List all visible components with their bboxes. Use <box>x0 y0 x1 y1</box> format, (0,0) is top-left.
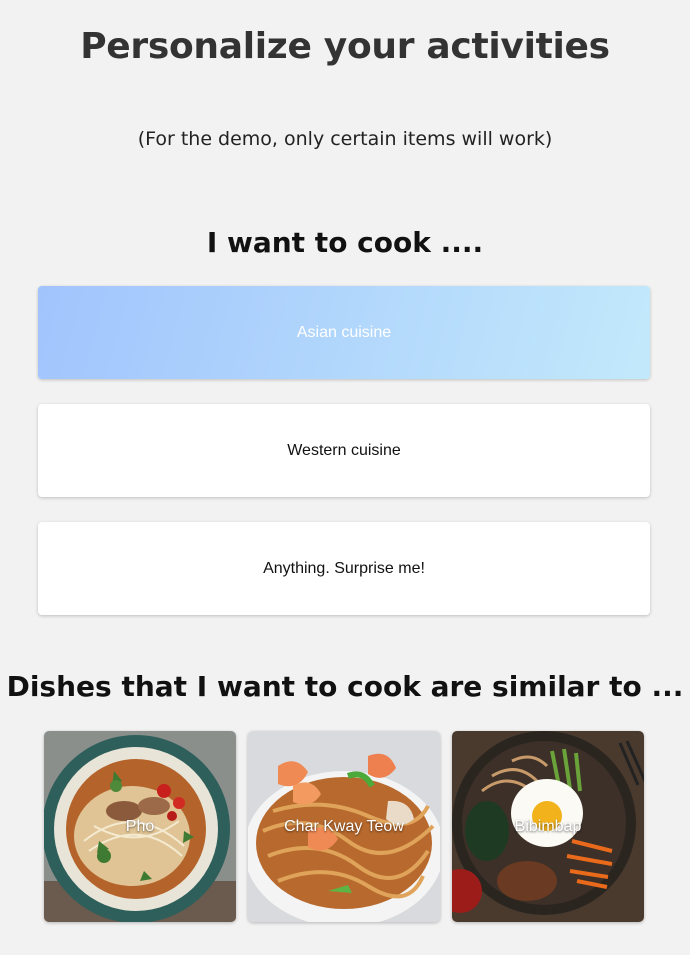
option-surprise-me[interactable]: Anything. Surprise me! <box>38 522 650 615</box>
dish-label: Bibimbap <box>514 817 582 835</box>
option-asian-cuisine[interactable]: Asian cuisine <box>38 286 650 379</box>
dish-label: Char Kway Teow <box>284 817 404 835</box>
option-label: Asian cuisine <box>296 323 392 341</box>
option-label: Anything. Surprise me! <box>263 559 425 577</box>
dish-card-bibimbap[interactable]: Bibimbap <box>452 731 644 922</box>
dishes-section-heading: Dishes that I want to cook are similar t… <box>6 670 684 703</box>
dish-card-char-kway-teow[interactable]: Char Kway Teow <box>248 731 440 922</box>
page-title: Personalize your activities <box>80 26 610 67</box>
page: Personalize your activities (For the dem… <box>0 0 690 955</box>
option-western-cuisine[interactable]: Western cuisine <box>38 404 650 497</box>
option-label: Western cuisine <box>287 441 401 459</box>
page-subtitle: (For the demo, only certain items will w… <box>137 128 553 150</box>
dish-card-pho[interactable]: Pho <box>44 731 236 922</box>
cook-section-heading: I want to cook .... <box>206 226 484 259</box>
dish-label: Pho <box>125 817 155 835</box>
